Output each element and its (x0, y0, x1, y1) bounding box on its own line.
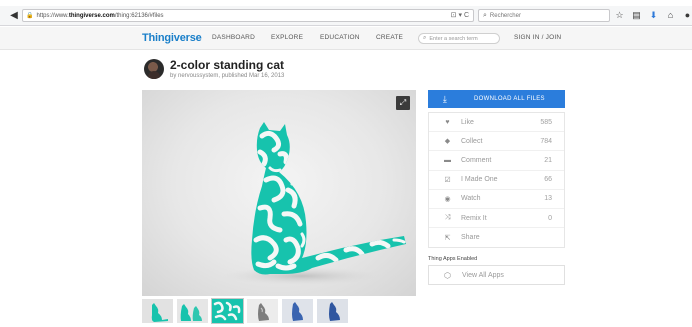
thumb-cat-blue[interactable] (282, 299, 313, 323)
thing-apps-label: Thing Apps Enabled (428, 256, 478, 262)
view-all-apps-button[interactable]: ⬡ View All Apps (428, 265, 565, 285)
site-search-input[interactable]: ⌕ Enter a search term (418, 33, 500, 44)
action-share[interactable]: ⇱ Share (429, 228, 564, 247)
site-search-placeholder: Enter a search term (429, 35, 478, 42)
thumb-cats-pair[interactable] (177, 299, 208, 323)
signin-link[interactable]: SIGN IN / JOIN (514, 34, 561, 41)
site-header: Thingiverse DASHBOARD EXPLORE EDUCATION … (0, 27, 692, 50)
made-one-icon: ☑ (444, 176, 451, 184)
action-count: 21 (544, 156, 552, 164)
action-count: 585 (540, 118, 552, 126)
action-label: Collect (461, 137, 483, 145)
cube-icon: ⬡ (444, 270, 451, 280)
browser-icons: ☆ ▤ ⬇ ⌂ ● (614, 9, 692, 22)
expand-icon[interactable]: ⤢ (396, 96, 410, 110)
download-all-files-button[interactable]: ⤓ DOWNLOAD ALL FILES (428, 90, 565, 108)
page: ◀ 🔒 https://www. thingiverse.com/thing:62… (0, 0, 692, 327)
home-icon[interactable]: ⌂ (665, 9, 676, 22)
download-icon[interactable]: ⬇ (648, 9, 659, 22)
browser-search-input[interactable]: ⌕ Rechercher (478, 9, 610, 22)
chat-icon[interactable]: ● (682, 9, 692, 22)
search-icon: ⌕ (483, 11, 487, 19)
remix-icon: ⤨ (444, 214, 451, 222)
nav-education[interactable]: EDUCATION (320, 34, 360, 41)
url-bar[interactable]: 🔒 https://www. thingiverse.com/thing:6213… (22, 9, 474, 22)
comment-icon: ▬ (444, 156, 451, 164)
collect-icon: ◆ (444, 138, 451, 146)
nav-explore[interactable]: EXPLORE (271, 34, 303, 41)
action-label: Share (461, 234, 480, 242)
back-arrow-icon[interactable]: ◀ (8, 10, 20, 22)
thumb-cat-side[interactable] (142, 299, 173, 323)
thingiverse-logo[interactable]: Thingiverse (142, 32, 202, 44)
star-icon[interactable]: ☆ (614, 9, 625, 22)
cat-illustration (222, 122, 406, 285)
thing-actions-list: ♥ Like 585 ◆ Collect 784 ▬ Comment 21 ☑ … (428, 112, 565, 249)
thumb-cat-grey[interactable] (247, 299, 278, 323)
action-count: 0 (548, 214, 552, 222)
url-prefix: https://www. (36, 12, 69, 19)
action-remix[interactable]: ⤨ Remix It 0 (429, 209, 564, 229)
thumb-cat-pattern-closeup[interactable] (211, 298, 244, 324)
action-watch[interactable]: ◉ Watch 13 (429, 190, 564, 209)
download-icon: ⤓ (442, 93, 448, 104)
thing-byline: by nervoussystem, published Mar 16, 2013 (170, 73, 285, 79)
nav-create[interactable]: CREATE (376, 34, 403, 41)
action-label: I Made One (461, 176, 498, 184)
url-host: thingiverse.com (68, 12, 115, 19)
main-image[interactable]: ⤢ (142, 90, 416, 296)
action-label: Like (461, 118, 474, 126)
action-count: 66 (544, 176, 552, 184)
browser-search-placeholder: Rechercher (489, 12, 521, 19)
view-all-apps-label: View All Apps (462, 271, 504, 279)
action-collect[interactable]: ◆ Collect 784 (429, 132, 564, 152)
action-count: 784 (540, 137, 552, 145)
action-label: Remix It (461, 214, 487, 222)
page-title: 2-color standing cat (170, 58, 285, 72)
action-count: 13 (544, 195, 552, 203)
browser-toolbar: ◀ 🔒 https://www. thingiverse.com/thing:62… (0, 6, 692, 26)
search-icon: ⌕ (423, 35, 427, 41)
clipboard-icon[interactable]: ▤ (631, 9, 642, 22)
eye-icon: ◉ (444, 195, 451, 203)
thumb-cat-blue-2[interactable] (317, 299, 348, 323)
nav-dashboard[interactable]: DASHBOARD (212, 34, 255, 41)
thumbnail-strip (142, 298, 348, 324)
action-label: Watch (461, 195, 481, 203)
action-like[interactable]: ♥ Like 585 (429, 113, 564, 133)
action-comment[interactable]: ▬ Comment 21 (429, 151, 564, 171)
avatar[interactable] (144, 59, 164, 79)
lock-icon: 🔒 (26, 13, 34, 19)
share-icon: ⇱ (444, 234, 451, 242)
action-made-one[interactable]: ☑ I Made One 66 (429, 171, 564, 190)
heart-icon: ♥ (445, 118, 450, 126)
url-path: /thing:62136/#files (114, 12, 164, 19)
url-controls[interactable]: ⊡ ▾ C (451, 11, 469, 19)
action-label: Comment (461, 156, 492, 164)
download-all-files-label: DOWNLOAD ALL FILES (474, 96, 545, 102)
